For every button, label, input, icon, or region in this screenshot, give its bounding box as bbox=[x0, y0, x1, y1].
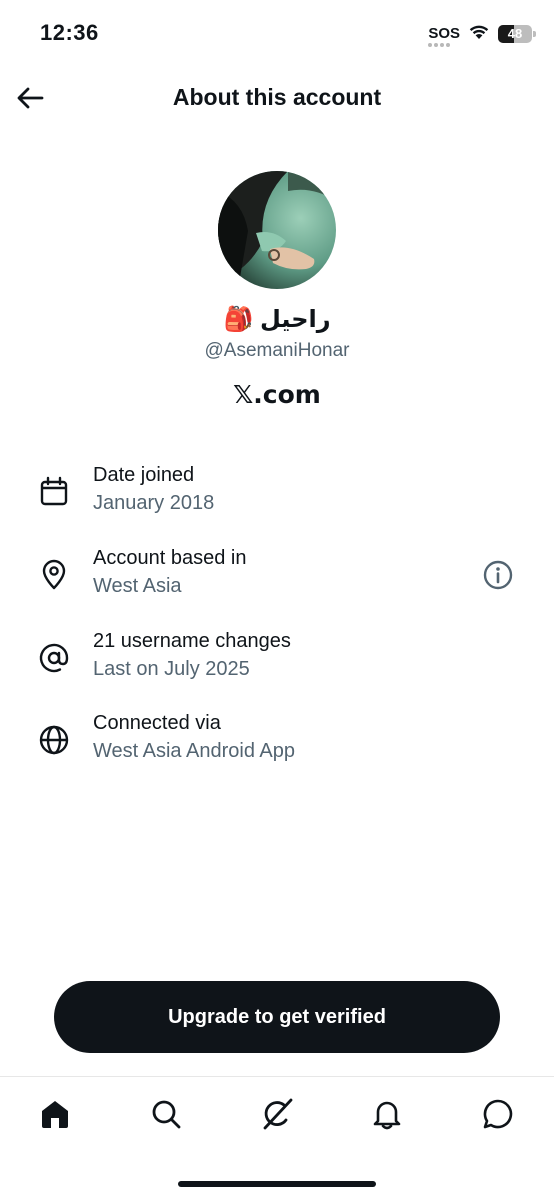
status-icons: SOS 48 bbox=[428, 22, 536, 47]
site-label: 𝕏.com bbox=[233, 380, 321, 409]
info-subtitle: West Asia Android App bbox=[93, 740, 295, 762]
wifi-icon bbox=[468, 22, 490, 45]
info-row-username-changes: 21 username changes Last on July 2025 bbox=[0, 624, 554, 694]
info-row-account-based-in: Account based in West Asia bbox=[0, 541, 554, 611]
header: About this account bbox=[0, 70, 554, 126]
info-row-connected-via: Connected via West Asia Android App bbox=[0, 706, 554, 776]
info-title: Account based in bbox=[93, 547, 247, 569]
info-subtitle: West Asia bbox=[93, 575, 182, 597]
sos-indicator: SOS bbox=[428, 24, 460, 47]
tab-notifications[interactable] bbox=[364, 1091, 410, 1137]
info-subtitle: Last on July 2025 bbox=[93, 658, 250, 680]
display-name: راحیل 🎒 bbox=[223, 306, 331, 333]
messages-icon bbox=[483, 1099, 513, 1129]
info-title: Date joined bbox=[93, 464, 195, 486]
calendar-icon bbox=[36, 474, 72, 510]
info-icon[interactable] bbox=[480, 557, 516, 593]
info-title: Connected via bbox=[93, 712, 221, 734]
location-pin-icon bbox=[36, 557, 72, 593]
battery-icon: 48 bbox=[498, 24, 536, 43]
at-sign-icon bbox=[36, 640, 72, 676]
home-icon bbox=[42, 1101, 68, 1128]
upgrade-verified-label: Upgrade to get verified bbox=[168, 1005, 386, 1028]
tab-grok[interactable] bbox=[254, 1091, 300, 1137]
upgrade-verified-button[interactable]: Upgrade to get verified bbox=[54, 981, 500, 1053]
globe-icon bbox=[36, 722, 72, 758]
battery-level: 48 bbox=[507, 26, 523, 41]
avatar[interactable] bbox=[218, 171, 336, 289]
info-subtitle: January 2018 bbox=[93, 492, 215, 514]
info-row-date-joined: Date joined January 2018 bbox=[0, 458, 554, 528]
signal-dots bbox=[428, 42, 451, 47]
search-icon bbox=[152, 1100, 181, 1129]
bell-icon bbox=[373, 1101, 401, 1130]
tab-search[interactable] bbox=[143, 1091, 189, 1137]
username: @AsemaniHonar bbox=[204, 340, 350, 361]
tab-messages[interactable] bbox=[475, 1091, 521, 1137]
tab-home[interactable] bbox=[32, 1091, 78, 1137]
info-title: 21 username changes bbox=[93, 630, 291, 652]
home-indicator bbox=[178, 1181, 376, 1187]
status-time: 12:36 bbox=[40, 20, 99, 45]
grok-icon bbox=[263, 1098, 293, 1130]
status-bar: 12:36 SOS 48 bbox=[0, 0, 554, 70]
sos-label: SOS bbox=[428, 24, 460, 42]
page-title: About this account bbox=[172, 84, 382, 110]
